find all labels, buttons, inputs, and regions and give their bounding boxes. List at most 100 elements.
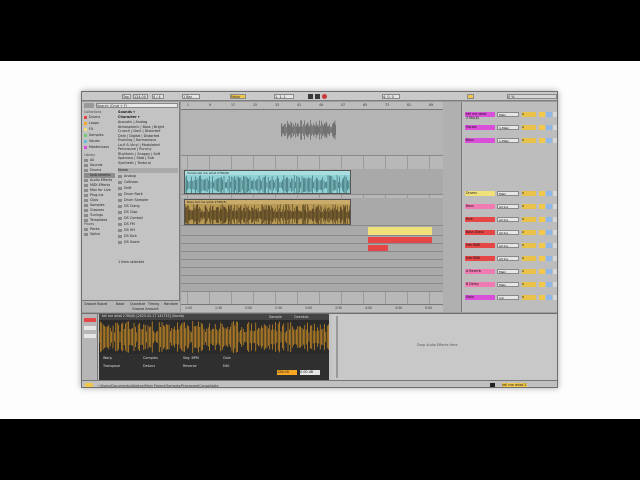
- track-name[interactable]: A Reverb: [465, 269, 495, 274]
- track-arm-button[interactable]: [553, 217, 557, 222]
- kick-clip[interactable]: [368, 237, 432, 243]
- track-activator-button[interactable]: [539, 282, 545, 287]
- track-activator-button[interactable]: [539, 125, 545, 130]
- track-arm-button[interactable]: [553, 112, 557, 117]
- track-output-field[interactable]: Main: [497, 191, 519, 196]
- time-signature-field[interactable]: 4 / 4: [152, 94, 164, 99]
- collection-item[interactable]: Samples: [84, 133, 115, 138]
- drums-clip[interactable]: [368, 227, 432, 235]
- quantize-menu[interactable]: 1 Bar: [182, 94, 200, 99]
- track-output-field[interactable]: Main: [497, 282, 519, 287]
- gain-field[interactable]: 0.00 dB: [300, 370, 320, 375]
- browser-toggle-button[interactable]: [84, 103, 94, 108]
- key-menu[interactable]: Major: [230, 94, 246, 99]
- sample-control-label[interactable]: Seg. BPM: [183, 356, 199, 360]
- sample-control-label[interactable]: Warp: [103, 356, 112, 360]
- tag-row[interactable]: Synthetic | Textural: [118, 161, 178, 166]
- clip-end-field[interactable]: [84, 334, 96, 338]
- track-lane-kick[interactable]: [181, 236, 443, 244]
- track-name[interactable]: Bass Glass: [465, 230, 495, 235]
- collection-item[interactable]: FX: [84, 127, 115, 132]
- collection-item[interactable]: Vocals: [84, 139, 115, 144]
- track-arm-button[interactable]: [553, 204, 557, 209]
- track-lane-master[interactable]: [181, 284, 443, 292]
- track-volume[interactable]: 0: [522, 191, 536, 196]
- track-activator-button[interactable]: [539, 243, 545, 248]
- track-lane-bass-glass[interactable]: [181, 244, 443, 252]
- track-volume[interactable]: 0: [522, 243, 536, 248]
- browser-list-item[interactable]: DS Clap: [118, 210, 178, 215]
- track-name[interactable]: Bass: [465, 138, 495, 143]
- sample-control-label[interactable]: Edit: [223, 364, 230, 368]
- track-name[interactable]: B Delay: [465, 282, 495, 287]
- track-name[interactable]: tell me what 2780(8): [465, 112, 495, 120]
- track-volume[interactable]: 0: [522, 138, 536, 143]
- track-volume[interactable]: 0: [522, 112, 536, 117]
- track-arm-button[interactable]: [553, 256, 557, 261]
- track-solo-button[interactable]: [546, 295, 552, 300]
- track-lane-hat-1[interactable]: [181, 252, 443, 260]
- track-lane-bass[interactable]: Bass tell me what 2780(8): [181, 198, 443, 226]
- tap-button[interactable]: Tap: [122, 94, 131, 99]
- browser-search-input[interactable]: Search (Cmd + F): [96, 103, 178, 108]
- track-lane-hat-2[interactable]: [181, 260, 443, 268]
- track-solo-button[interactable]: [546, 282, 552, 287]
- track-solo-button[interactable]: [546, 230, 552, 235]
- sample-waveform[interactable]: [99, 321, 329, 353]
- track-activator-button[interactable]: [539, 191, 545, 196]
- beat-ruler[interactable]: 1 9 17 25 33 41 49 57 65 73 81 89: [181, 102, 443, 110]
- loop-length-field[interactable]: 4. 0. 0: [382, 94, 400, 99]
- bass-glass-clip[interactable]: [368, 245, 388, 251]
- track-arm-button[interactable]: [553, 269, 557, 274]
- collection-item[interactable]: Masterclass: [84, 145, 115, 150]
- sample-control-label[interactable]: Reverse: [183, 364, 197, 368]
- track-solo-button[interactable]: [546, 191, 552, 196]
- sample-control-label[interactable]: Gain: [223, 356, 231, 360]
- track-solo-button[interactable]: [546, 204, 552, 209]
- list-header-name[interactable]: Name: [118, 168, 178, 173]
- track-output-field[interactable]: All Ins: [497, 256, 519, 261]
- track-volume[interactable]: 0: [522, 217, 536, 222]
- status-track-button[interactable]: [490, 383, 495, 387]
- track-activator-button[interactable]: [539, 112, 545, 117]
- collection-item[interactable]: Loops: [84, 121, 115, 126]
- track-arm-button[interactable]: [553, 282, 557, 287]
- track-lane-reverb[interactable]: [181, 268, 443, 276]
- track-volume[interactable]: 0: [522, 269, 536, 274]
- track-output-field[interactable]: 1-Main: [497, 138, 519, 143]
- track-solo-button[interactable]: [546, 269, 552, 274]
- track-activator-button[interactable]: [539, 295, 545, 300]
- track-solo-button[interactable]: [546, 256, 552, 261]
- track-name[interactable]: Bass: [465, 204, 495, 209]
- track-output-field[interactable]: All Ins: [497, 230, 519, 235]
- tempo-field[interactable]: 124.00: [133, 94, 148, 99]
- vocals-clip[interactable]: Vocals tell me what 2780(8): [184, 170, 351, 194]
- track-activator-button[interactable]: [539, 138, 545, 143]
- track-solo-button[interactable]: [546, 112, 552, 117]
- track-lane-drums[interactable]: [181, 226, 443, 236]
- browser-list-item[interactable]: DS Snare: [118, 240, 178, 245]
- song-position-field[interactable]: 1. 1. 1: [274, 94, 294, 99]
- track-activator-button[interactable]: [539, 256, 545, 261]
- track-volume[interactable]: 0: [522, 295, 536, 300]
- track-arm-button[interactable]: [553, 191, 557, 196]
- track-volume[interactable]: 0: [522, 282, 536, 287]
- track-volume[interactable]: 0: [522, 204, 536, 209]
- track-output-field[interactable]: All Ins: [497, 243, 519, 248]
- track-volume[interactable]: 0: [522, 125, 536, 130]
- track-activator-button[interactable]: [539, 204, 545, 209]
- browser-list-item[interactable]: DS Kick: [118, 234, 178, 239]
- collection-item[interactable]: Drums: [84, 115, 115, 120]
- track-output-field[interactable]: All Ins: [497, 217, 519, 222]
- bpm-field[interactable]: 128.00: [277, 370, 297, 375]
- track-solo-button[interactable]: [546, 217, 552, 222]
- sample-tab[interactable]: Sample: [269, 315, 282, 319]
- track-name[interactable]: Kick: [465, 217, 495, 222]
- track-output-field[interactable]: 1/2: [497, 295, 519, 300]
- track-lane-vocals[interactable]: Vocals tell me what 2780(8): [181, 169, 443, 195]
- track-activator-button[interactable]: [539, 269, 545, 274]
- track-solo-button[interactable]: [546, 125, 552, 130]
- key-map-button[interactable]: [467, 94, 474, 99]
- overdub-button[interactable]: Overdub: [294, 315, 309, 319]
- clip-start-field[interactable]: [84, 326, 96, 330]
